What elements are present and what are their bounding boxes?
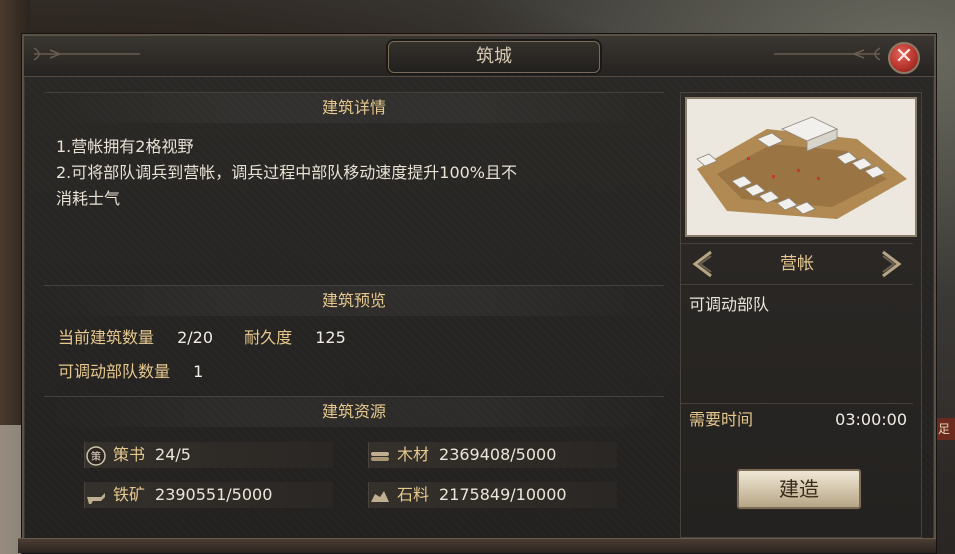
durability-value: 125 <box>315 328 346 347</box>
close-button[interactable]: ✕ <box>888 42 920 74</box>
troops-label: 可调动部队数量 <box>58 362 171 381</box>
resource-label: 铁矿 <box>113 485 146 504</box>
build-dialog: 筑城 ✕ 建筑详情 1.营帐拥有2格视野 2.可将部队调兵到营帐，调兵过程中部队… <box>22 34 936 553</box>
resource-stone: 石料 2175849/10000 <box>368 482 617 508</box>
next-arrow-icon[interactable] <box>879 250 903 278</box>
policy-book-icon: 策 <box>86 445 106 466</box>
building-count-value: 2/20 <box>177 328 214 347</box>
resource-policy-book: 策 策书 24/5 <box>84 442 333 468</box>
resource-label: 木材 <box>397 445 430 464</box>
preview-heading: 建筑预览 <box>44 285 664 316</box>
resource-label: 石料 <box>397 485 430 504</box>
build-button[interactable]: 建造 <box>737 469 861 509</box>
ornament-right-icon <box>774 47 881 61</box>
background-corner-tag: 足 <box>933 418 955 440</box>
resources-heading: 建筑资源 <box>44 396 664 427</box>
title-bar: 筑城 ✕ <box>24 36 934 77</box>
building-description: 可调动部队 <box>689 295 770 314</box>
build-time-label: 需要时间 <box>689 410 754 429</box>
svg-text:策: 策 <box>91 450 101 463</box>
details-heading: 建筑详情 <box>44 92 664 123</box>
resource-iron-ore: 铁矿 2390551/5000 <box>84 482 333 508</box>
dialog-title: 筑城 <box>388 41 600 73</box>
building-count-row: 当前建筑数量 2/20 耐久度 125 <box>58 324 346 348</box>
details-text: 1.营帐拥有2格视野 2.可将部队调兵到营帐，调兵过程中部队移动速度提升100%… <box>56 134 664 212</box>
resource-label: 策书 <box>113 445 146 464</box>
build-time-row: 需要时间 03:00:00 <box>681 403 913 436</box>
left-panel: 建筑详情 1.营帐拥有2格视野 2.可将部队调兵到营帐，调兵过程中部队移动速度提… <box>44 92 664 536</box>
camp-illustration <box>687 99 915 235</box>
details-line: 1.营帐拥有2格视野 <box>56 137 194 156</box>
troops-value: 1 <box>193 362 204 381</box>
resource-value: 2390551/5000 <box>155 485 273 504</box>
troops-row: 可调动部队数量 1 <box>58 358 203 382</box>
stone-icon <box>371 490 389 502</box>
resource-value: 2369408/5000 <box>439 445 557 464</box>
dialog-bottom-edge <box>18 538 936 553</box>
right-panel: 营帐 可调动部队 需要时间 03:00:00 建造 <box>680 92 922 538</box>
resource-value: 2175849/10000 <box>439 485 567 504</box>
building-preview-image <box>685 97 917 237</box>
resource-wood: 木材 2369408/5000 <box>368 442 617 468</box>
building-count-label: 当前建筑数量 <box>58 328 155 347</box>
details-line: 2.可将部队调兵到营帐，调兵过程中部队移动速度提升100%且不 <box>56 163 518 182</box>
ornament-left-icon <box>33 47 140 61</box>
details-line: 消耗士气 <box>56 189 121 208</box>
resource-value: 24/5 <box>155 445 191 464</box>
build-time-value: 03:00:00 <box>835 410 907 429</box>
wood-icon <box>371 451 389 461</box>
building-selector: 营帐 <box>681 243 913 285</box>
iron-ore-icon <box>87 492 105 504</box>
durability-label: 耐久度 <box>244 328 293 347</box>
